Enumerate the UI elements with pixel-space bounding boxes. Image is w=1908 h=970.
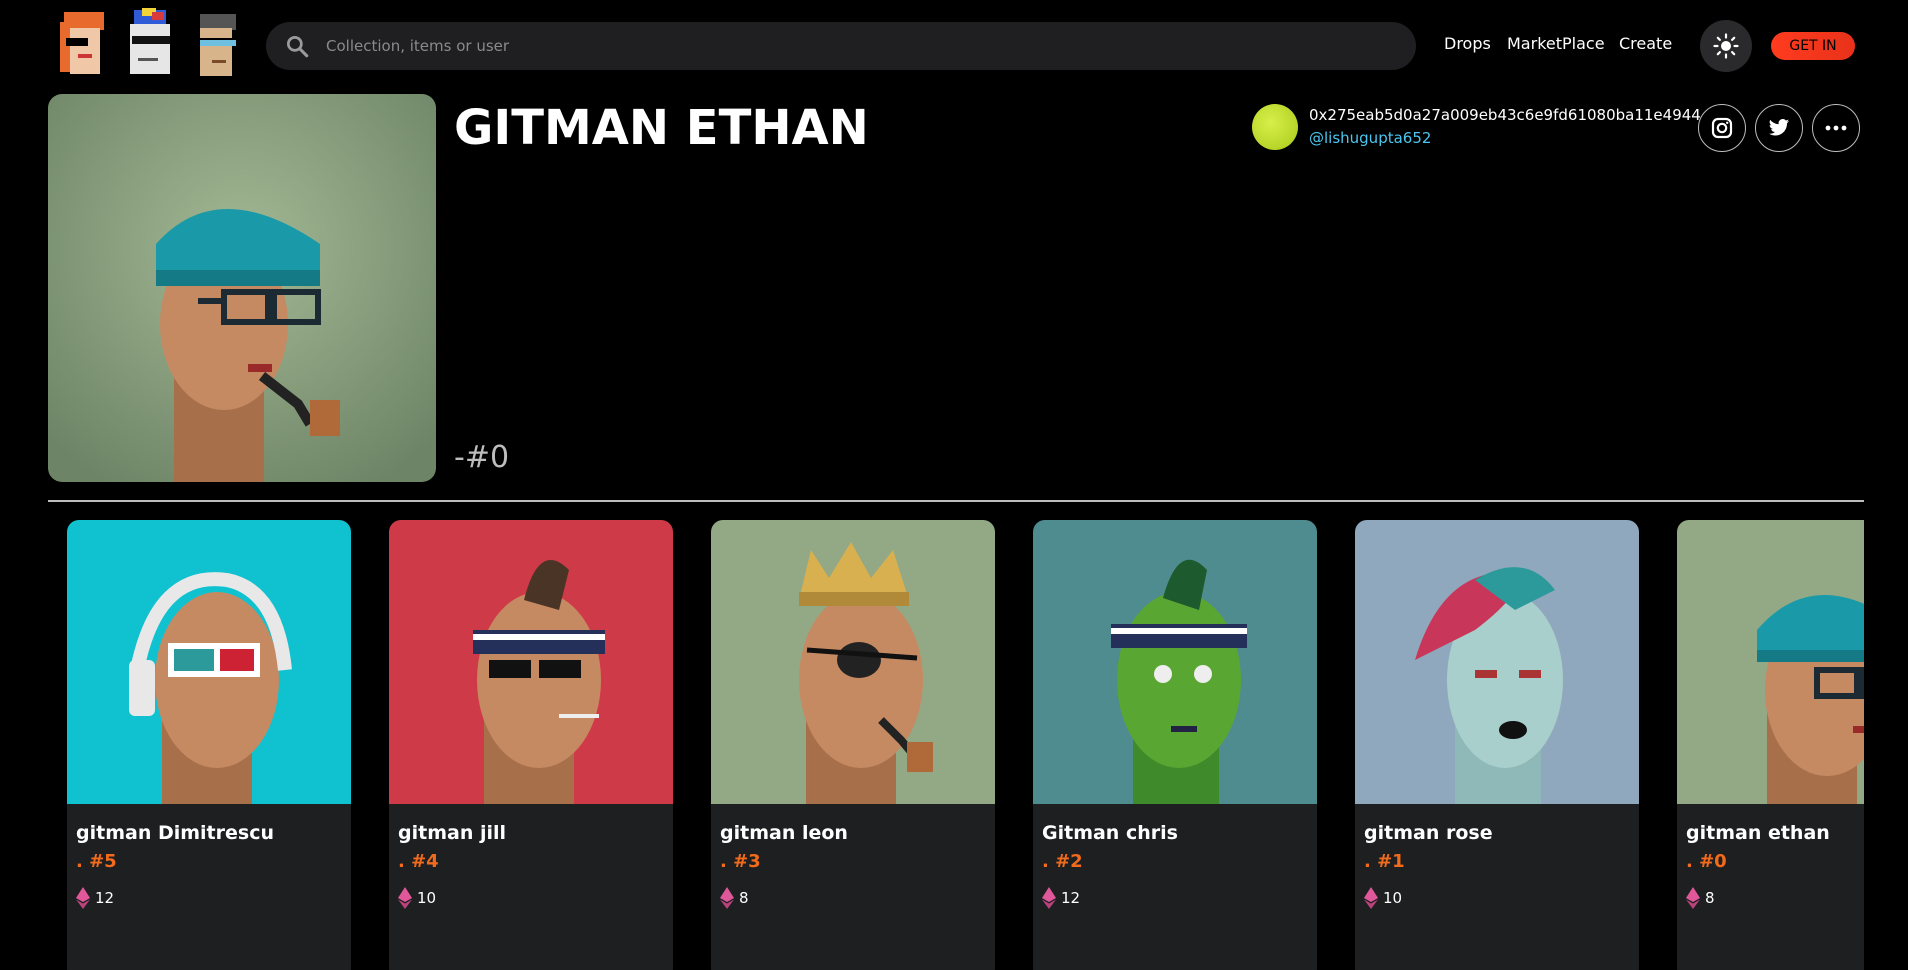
nft-card-number: . #1 bbox=[1364, 851, 1405, 872]
nft-card[interactable]: gitman ethan . #0 8 bbox=[1677, 520, 1864, 970]
site-logo[interactable] bbox=[56, 8, 246, 84]
nft-card-price: 10 bbox=[398, 887, 436, 909]
nft-card-price-value: 12 bbox=[1061, 889, 1081, 907]
nft-card-row: gitman Dimitrescu . #5 12 gitman jill . … bbox=[67, 520, 1864, 970]
nft-card-image bbox=[67, 520, 351, 804]
nft-card-image bbox=[1677, 520, 1864, 804]
nft-card-number: . #0 bbox=[1686, 851, 1727, 872]
owner-address[interactable]: 0x275eab5d0a27a009eb43c6e9fd61080ba11e49… bbox=[1309, 106, 1701, 124]
nav-marketplace[interactable]: MarketPlace bbox=[1507, 34, 1605, 53]
more-dots-icon bbox=[1825, 125, 1847, 131]
instagram-icon bbox=[1711, 117, 1733, 139]
nft-card-name: gitman rose bbox=[1364, 822, 1493, 844]
nft-card-price-value: 10 bbox=[1383, 889, 1403, 907]
nft-card[interactable]: gitman rose . #1 10 bbox=[1355, 520, 1639, 970]
nft-card-name: gitman ethan bbox=[1686, 822, 1830, 844]
nft-card-price-value: 12 bbox=[95, 889, 115, 907]
nft-card[interactable]: gitman Dimitrescu . #5 12 bbox=[67, 520, 351, 970]
nft-card-number: . #4 bbox=[398, 851, 439, 872]
nft-card-image bbox=[1355, 520, 1639, 804]
nft-card-name: gitman jill bbox=[398, 822, 507, 844]
top-header: Drops MarketPlace Create GET IN bbox=[0, 0, 1908, 92]
nft-card-image bbox=[1033, 520, 1317, 804]
instagram-button[interactable] bbox=[1698, 104, 1746, 152]
search-bar[interactable] bbox=[266, 22, 1416, 70]
nft-card-number: . #3 bbox=[720, 851, 761, 872]
ethereum-icon bbox=[398, 887, 412, 909]
token-number: -#0 bbox=[454, 440, 510, 475]
ethereum-icon bbox=[1364, 887, 1378, 909]
twitter-button[interactable] bbox=[1755, 104, 1803, 152]
nft-card-price-value: 8 bbox=[739, 889, 749, 907]
nft-card-price: 10 bbox=[1364, 887, 1402, 909]
nav-create[interactable]: Create bbox=[1619, 34, 1672, 53]
search-input[interactable] bbox=[326, 37, 1226, 55]
ethereum-icon bbox=[76, 887, 90, 909]
nft-card[interactable]: gitman leon . #3 8 bbox=[711, 520, 995, 970]
owner-avatar[interactable] bbox=[1252, 104, 1298, 150]
nft-card-number: . #5 bbox=[76, 851, 117, 872]
twitter-icon bbox=[1768, 118, 1790, 136]
nav-drops[interactable]: Drops bbox=[1444, 34, 1491, 53]
nft-card-price-value: 10 bbox=[417, 889, 437, 907]
hero-nft-image bbox=[48, 94, 436, 482]
nft-card-price: 8 bbox=[720, 887, 749, 909]
nft-card-price: 12 bbox=[1042, 887, 1080, 909]
theme-toggle-button[interactable] bbox=[1700, 20, 1752, 72]
owner-handle-link[interactable]: @lishugupta652 bbox=[1309, 129, 1431, 147]
nft-card-price-value: 8 bbox=[1705, 889, 1715, 907]
nft-card-image bbox=[711, 520, 995, 804]
nft-card-number: . #2 bbox=[1042, 851, 1083, 872]
nft-card-price: 8 bbox=[1686, 887, 1715, 909]
ethereum-icon bbox=[1686, 887, 1700, 909]
nft-card[interactable]: Gitman chris . #2 12 bbox=[1033, 520, 1317, 970]
more-options-button[interactable] bbox=[1812, 104, 1860, 152]
nft-card-price: 12 bbox=[76, 887, 114, 909]
section-divider bbox=[48, 500, 1864, 502]
nft-card-image bbox=[389, 520, 673, 804]
ethereum-icon bbox=[720, 887, 734, 909]
nft-card-name: gitman leon bbox=[720, 822, 848, 844]
nft-card-name: gitman Dimitrescu bbox=[76, 822, 274, 844]
nft-card-name: Gitman chris bbox=[1042, 822, 1178, 844]
get-in-button[interactable]: GET IN bbox=[1771, 32, 1855, 60]
page-title: GITMAN ETHAN bbox=[454, 100, 869, 156]
nft-card[interactable]: gitman jill . #4 10 bbox=[389, 520, 673, 970]
search-icon bbox=[286, 35, 309, 58]
sun-icon bbox=[1713, 33, 1739, 59]
ethereum-icon bbox=[1042, 887, 1056, 909]
